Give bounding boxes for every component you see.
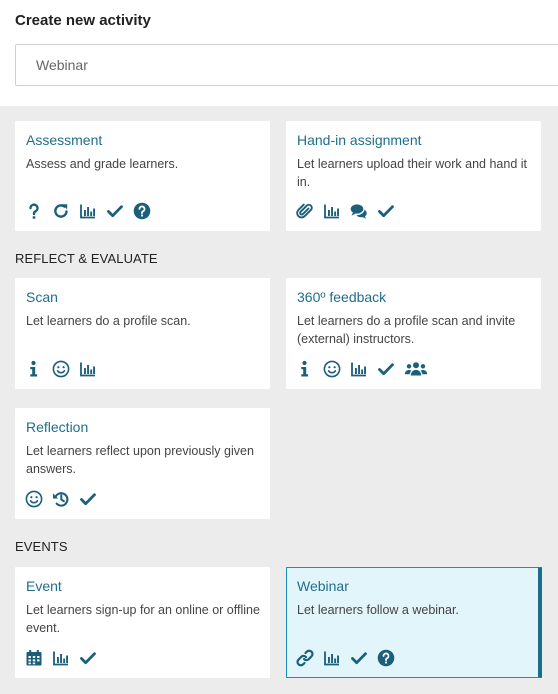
card-title: Scan xyxy=(26,289,58,305)
users-icon xyxy=(404,360,428,378)
card-title: Webinar xyxy=(297,578,349,594)
check-icon xyxy=(79,649,97,667)
search-field[interactable] xyxy=(15,44,558,86)
card-scan[interactable]: Scan Let learners do a profile scan. xyxy=(15,278,270,389)
bar-chart-icon xyxy=(79,360,97,378)
check-icon xyxy=(350,649,368,667)
card-title: Event xyxy=(26,578,62,594)
page-title: Create new activity xyxy=(15,12,151,29)
feature-icons xyxy=(296,649,404,667)
smiley-icon xyxy=(323,360,341,378)
bar-chart-icon xyxy=(323,202,341,220)
card-description: Let learners sign-up for an online or of… xyxy=(26,603,260,635)
check-icon xyxy=(106,202,124,220)
search-input[interactable] xyxy=(16,45,558,85)
section-title-reflect: REFLECT & EVALUATE xyxy=(15,251,158,266)
check-icon xyxy=(377,202,395,220)
card-description: Let learners reflect upon previously giv… xyxy=(26,444,254,476)
feature-icons xyxy=(25,360,106,378)
feature-icons xyxy=(25,490,106,508)
paperclip-icon xyxy=(296,202,314,220)
check-icon xyxy=(79,490,97,508)
card-360-feedback[interactable]: 360º feedback Let learners do a profile … xyxy=(286,278,541,389)
card-assessment[interactable]: Assessment Assess and grade learners. xyxy=(15,121,270,231)
card-title: Hand-in assignment xyxy=(297,132,422,148)
help-circle-icon xyxy=(133,202,151,220)
card-description: Assess and grade learners. xyxy=(26,157,179,171)
feature-icons xyxy=(296,360,437,378)
card-title: 360º feedback xyxy=(297,289,387,305)
feature-icons xyxy=(25,202,160,220)
card-title: Assessment xyxy=(26,132,103,148)
history-icon xyxy=(52,490,70,508)
info-icon xyxy=(296,360,314,378)
link-icon xyxy=(296,649,314,667)
comments-icon xyxy=(350,202,368,220)
info-icon xyxy=(25,360,43,378)
card-title: Reflection xyxy=(26,419,89,435)
help-circle-icon xyxy=(377,649,395,667)
section-title-events: EVENTS xyxy=(15,539,68,554)
feature-icons xyxy=(296,202,404,220)
check-icon xyxy=(377,360,395,378)
question-icon xyxy=(25,202,43,220)
bar-chart-icon xyxy=(79,202,97,220)
card-event[interactable]: Event Let learners sign-up for an online… xyxy=(15,567,270,678)
card-description: Let learners upload their work and hand … xyxy=(297,157,528,189)
bar-chart-icon xyxy=(52,649,70,667)
smiley-icon xyxy=(52,360,70,378)
card-description: Let learners do a profile scan. xyxy=(26,314,191,328)
card-description: Let learners follow a webinar. xyxy=(297,603,459,617)
card-description: Let learners do a profile scan and invit… xyxy=(297,314,516,346)
card-reflection[interactable]: Reflection Let learners reflect upon pre… xyxy=(15,408,270,519)
card-hand-in-assignment[interactable]: Hand-in assignment Let learners upload t… xyxy=(286,121,541,231)
refresh-icon xyxy=(52,202,70,220)
feature-icons xyxy=(25,649,106,667)
activity-panel: Assessment Assess and grade learners. Ha… xyxy=(0,106,558,694)
smiley-icon xyxy=(25,490,43,508)
calendar-icon xyxy=(25,649,43,667)
header: Create new activity xyxy=(0,0,558,106)
card-webinar[interactable]: Webinar Let learners follow a webinar. xyxy=(286,567,542,678)
bar-chart-icon xyxy=(323,649,341,667)
bar-chart-icon xyxy=(350,360,368,378)
